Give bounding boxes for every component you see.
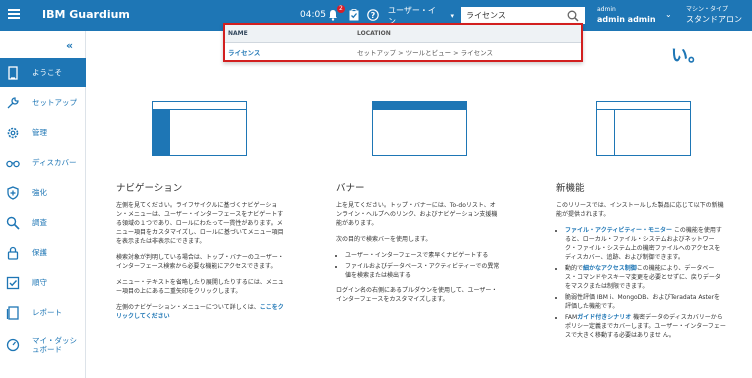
main-content: い。 ナビゲーション 左側を見てください。ライフサイクルに基づくナビゲーション・… — [86, 31, 752, 378]
notification-badge: 2 — [337, 5, 345, 13]
chevron-down-icon[interactable]: ⌄ — [665, 10, 672, 19]
welcome-icon — [8, 65, 18, 80]
chevron-down-icon: ▾ — [450, 11, 454, 20]
sidebar: « ようこそ セットアップ 管理 ディスカバー 強化 調査 保護 順守 レポート… — [0, 31, 86, 378]
wrench-icon — [7, 96, 19, 108]
list-item: ファイルおよびデータベース・アクティビティーでの異常値を検索または検出する — [345, 262, 501, 280]
gear-icon — [7, 127, 19, 138]
navigation-paragraph: 左側のナビゲーション・メニューについて詳しくは、 — [116, 304, 260, 311]
hamburger-icon[interactable] — [8, 9, 20, 19]
shield-icon — [7, 185, 19, 200]
sidebar-item-setup[interactable]: セットアップ — [0, 88, 86, 117]
result-location: セットアップ > ツールとビュー > ライセンス — [357, 48, 494, 57]
search-icon — [6, 216, 20, 230]
list-item: ファイル・アクティビティー・モニター この機能を使用すると、ローカル・ファイル・… — [565, 226, 726, 262]
navigation-illustration — [152, 101, 247, 156]
sidebar-item-label: ディスカバー — [32, 158, 77, 167]
lock-icon — [7, 246, 19, 260]
column-header-name: NAME — [228, 30, 248, 37]
sidebar-item-label: 調査 — [32, 218, 47, 227]
sidebar-item-manage[interactable]: 管理 — [0, 118, 86, 147]
new-features-title: 新機能 — [556, 183, 585, 194]
clock: 04:05 — [300, 10, 326, 20]
sidebar-item-label: 保護 — [32, 248, 47, 257]
banner-paragraph: 次の目的で検索バーを使用します。 — [336, 236, 432, 243]
search-icon[interactable] — [566, 9, 580, 23]
navigation-title: ナビゲーション — [116, 183, 183, 194]
banner-illustration — [372, 101, 467, 156]
list-item: ユーザー・インターフェースで素早くナビゲートする — [345, 251, 501, 260]
checkbox-icon — [6, 276, 20, 289]
sidebar-item-label: ようこそ — [32, 68, 62, 77]
new-features-illustration — [596, 101, 691, 156]
navigation-paragraph: メニュー・テキストを省略したり展開したりするには、メニュー項目の上にある二重矢印… — [116, 279, 284, 295]
feature-link[interactable]: ファイル・アクティビティー・モニター — [565, 227, 672, 234]
search-box[interactable] — [461, 7, 585, 24]
banner-title: バナー — [336, 183, 365, 194]
list-item: FAMガイド付きシナリオ 機密データのディスカバリーからポリシー定義までカバーし… — [565, 313, 726, 340]
app-window: IBM Guardium 04:05 2 ? ユーザー・イン… ▾ ライセンス … — [0, 0, 752, 378]
banner-paragraph: 上を見てください。トップ・バナーには、To-doリスト、オンライン・ヘルプへのリ… — [336, 202, 498, 227]
feature-link[interactable]: 細かなアクセス制御 — [583, 265, 637, 272]
search-input[interactable] — [462, 11, 566, 20]
app-title: IBM Guardium — [42, 8, 130, 21]
feature-link[interactable]: ガイド付きシナリオ — [577, 314, 631, 321]
welcome-heading: い。 — [671, 46, 705, 66]
sidebar-item-label: マイ・ダッシュボード — [32, 336, 77, 354]
machine-type-label: マシン・タイプ — [686, 6, 729, 13]
sidebar-item-label: 順守 — [32, 278, 47, 287]
sidebar-item-label: レポート — [32, 308, 62, 317]
table-row[interactable]: ライセンス セットアップ > ツールとビュー > ライセンス — [225, 43, 581, 60]
sidebar-item-label: セットアップ — [32, 98, 77, 107]
machine-type-value: スタンドアロン — [686, 15, 742, 24]
sidebar-item-label: 管理 — [32, 128, 47, 137]
navigation-paragraph: 検索対象が判明している場合は、トップ・バナーのユーザー・インターフェース検索から… — [116, 254, 284, 270]
sidebar-item-label: 強化 — [32, 188, 47, 197]
list-item: 動的で細かなアクセス制御この機能により、データベース・コマンドやスキーマ変更を必… — [565, 264, 726, 291]
user-name: admin admin — [597, 15, 656, 24]
machine-type: マシン・タイプ スタンドアロン — [686, 5, 742, 25]
sidebar-item-harden[interactable]: 強化 — [0, 178, 86, 207]
navigation-text: 左側を見てください。ライフサイクルに基づくナビゲーション・メニューは、ユーザー・… — [116, 201, 286, 328]
list-item: 脆弱性評価 IBM i、MongoDB、およびTeradata Asterを評価… — [565, 293, 726, 311]
results-header: NAME LOCATION — [225, 25, 581, 43]
sidebar-item-comply[interactable]: 順守 — [0, 268, 86, 297]
svg-text:?: ? — [371, 11, 376, 20]
sidebar-item-reports[interactable]: レポート — [0, 298, 86, 327]
user-label: admin — [597, 6, 616, 13]
banner-paragraph: ログイン名の右側にあるプルダウンを使用して、ユーザー・インターフェースをカスタマ… — [336, 287, 498, 303]
search-results-dropdown: NAME LOCATION ライセンス セットアップ > ツールとビュー > ラ… — [223, 23, 583, 62]
sidebar-item-protect[interactable]: 保護 — [0, 238, 86, 267]
double-chevron-left-icon[interactable]: « — [66, 39, 73, 52]
help-icon[interactable]: ? — [367, 9, 379, 21]
report-icon — [6, 305, 19, 320]
new-features-text: このリリースでは、インストールした製品に応じて以下の新機能が提供されます。 ファ… — [556, 201, 726, 346]
ui-select-dropdown[interactable]: ユーザー・イン… ▾ — [385, 6, 457, 26]
dashboard-icon — [6, 338, 20, 352]
result-name[interactable]: ライセンス — [225, 47, 354, 57]
todo-clipboard-icon[interactable] — [349, 9, 359, 21]
banner-text: 上を見てください。トップ・バナーには、To-doリスト、オンライン・ヘルプへのリ… — [336, 201, 501, 311]
new-features-paragraph: このリリースでは、インストールした製品に応じて以下の新機能が提供されます。 — [556, 202, 724, 218]
sidebar-item-discover[interactable]: ディスカバー — [0, 148, 86, 177]
column-header-location: LOCATION — [357, 30, 391, 37]
sidebar-item-investigate[interactable]: 調査 — [0, 208, 86, 237]
sidebar-item-welcome[interactable]: ようこそ — [0, 58, 86, 87]
sidebar-item-my-dashboard[interactable]: マイ・ダッシュボード — [0, 328, 86, 362]
navigation-paragraph: 左側を見てください。ライフサイクルに基づくナビゲーション・メニューは、ユーザー・… — [116, 202, 284, 245]
binoculars-icon — [6, 160, 20, 167]
user-menu[interactable]: admin admin admin — [597, 5, 656, 25]
